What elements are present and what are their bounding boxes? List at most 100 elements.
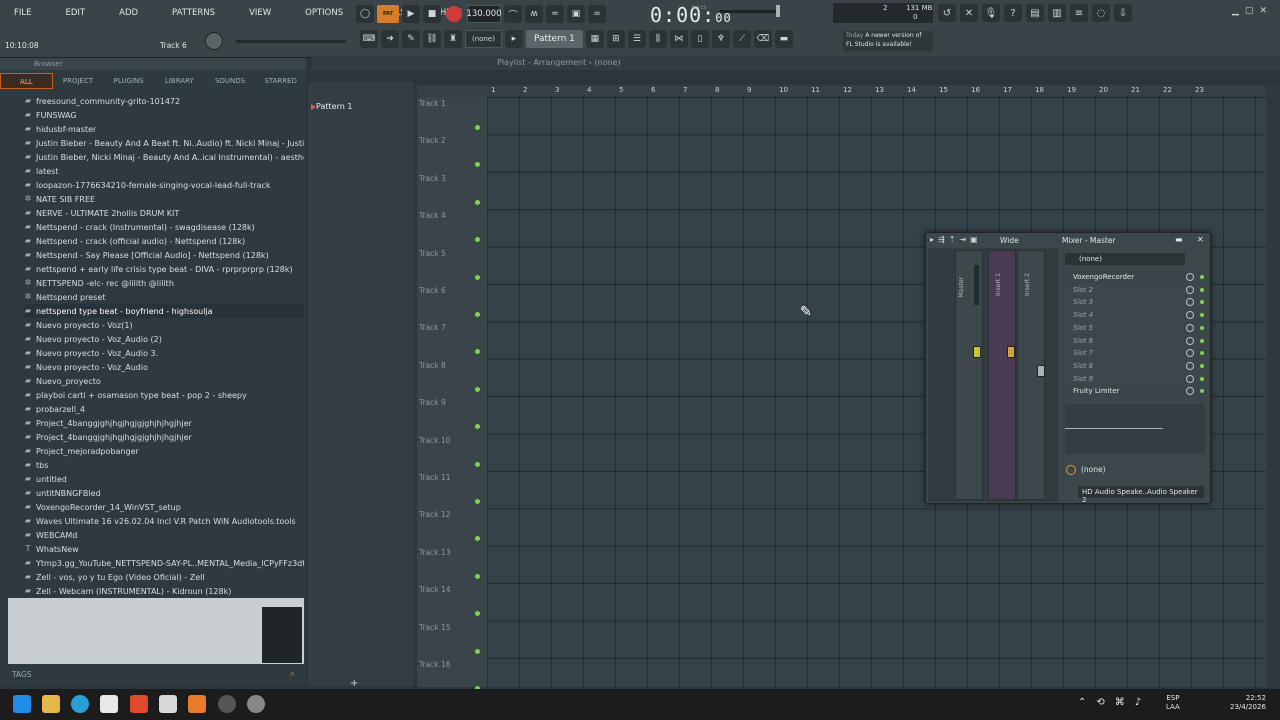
start-icon[interactable] [13,695,31,713]
pattern-picker-icon[interactable]: ▦ [585,30,604,48]
menu-add[interactable]: ADD [119,0,138,26]
slot-mix-knob[interactable] [1186,336,1194,345]
file-item[interactable]: ▰ nettspend type beat - boyfriend - highs… [24,304,304,318]
track-mute-led[interactable] [475,499,480,504]
track-header[interactable]: Track 1 [419,99,483,108]
file-item[interactable]: ▰ Nuevo_proyecto [24,374,304,388]
slot-enable-led[interactable] [1200,325,1204,330]
file-item[interactable]: ▰ Nettspend - crack (official audio) - Ne… [24,234,304,248]
pattern-name[interactable]: Pattern 1 [525,30,583,48]
tab-sounds[interactable]: SOUNDS [205,73,256,89]
step-edit-icon[interactable]: ▣ [567,5,585,23]
effect-slot[interactable]: Slot 7 [1065,347,1185,359]
pattern-item[interactable]: Pattern 1 [316,102,352,111]
track-mute-led[interactable] [475,125,480,130]
mixer-link-icon[interactable]: ⇥ [959,235,966,244]
brush-icon[interactable]: ⟋ [732,30,751,48]
track-header[interactable]: Track 9 [419,398,483,407]
preset-select[interactable]: (none) [1065,253,1185,265]
maximize-icon[interactable]: ▢ [1245,6,1254,16]
track-header[interactable]: Track 4 [419,211,483,220]
mixer-route-icon[interactable]: ⇶ [938,235,945,244]
file-explorer-icon[interactable] [42,695,60,713]
mixer-view-icon[interactable]: ▣ [970,235,978,244]
file-item[interactable]: ✲ Nettspend preset [24,290,304,304]
file-item[interactable]: ▰ Justin Bieber, Nicki Minaj - Beauty And… [24,150,304,164]
file-item[interactable]: ▰ Nuevo proyecto - Voz_Audio 3. [24,346,304,360]
file-item[interactable]: ▰ loopazon-1776634210-female-singing-voca… [24,178,304,192]
snap-icon[interactable]: ⊞ [606,30,625,48]
master-volume-knob[interactable] [776,5,780,17]
track-header[interactable]: Track 3 [419,174,483,183]
mixer-view-mode[interactable]: Wide [1000,236,1019,245]
add-pattern-icon[interactable]: + [350,678,358,689]
hint-slider[interactable] [236,40,346,43]
stamp-icon[interactable]: ♜ [444,30,462,48]
arrow-icon[interactable]: ➜ [381,30,399,48]
metronome-icon[interactable]: ◯ [356,5,374,23]
effect-slot[interactable]: Slot 4 [1065,309,1185,321]
track-mute-led[interactable] [475,461,480,467]
file-item[interactable]: ▰ Nuevo proyecto - Voz(1) [24,318,304,332]
chevron-up-icon[interactable]: ⌃ [1078,697,1086,708]
slot-enable-led[interactable] [1200,338,1204,343]
capcut-icon[interactable] [159,695,177,713]
file-item[interactable]: ▰ WEBCAMd [24,528,304,542]
track-header[interactable]: Track 15 [419,623,483,632]
metronome-toggle-icon[interactable]: ⌒ [504,5,522,23]
file-item[interactable]: ▰ FUNSWAG [24,108,304,122]
output-select[interactable]: (none) [1081,465,1106,474]
file-item[interactable]: ▰ tbs [24,458,304,472]
waveform-preview[interactable] [8,598,304,664]
track-header[interactable]: Track 6 [419,286,483,295]
search-icon[interactable]: ⌕ [290,669,295,679]
keyboard-icon[interactable]: ⌨ [360,30,378,48]
track-header[interactable]: Track 8 [419,361,483,370]
countdown-icon[interactable]: ≈ [546,5,564,23]
file-item[interactable]: ▰ VoxengoRecorder_14_WinVST_setup [24,500,304,514]
slot-mix-knob[interactable] [1186,374,1194,383]
track-header[interactable]: Track 12 [419,510,483,519]
sync-icon[interactable]: ⟲ [1096,697,1104,708]
track-header[interactable]: Track 2 [419,136,483,145]
effect-slot[interactable]: Slot 3 [1065,296,1185,308]
track-header[interactable]: Track 14 [419,585,483,594]
settings-icon[interactable] [247,695,265,713]
file-item[interactable]: ▰ Ytmp3.gg_YouTube_NETTSPEND-SAY-PL..MENT… [24,556,304,570]
slot-mix-knob[interactable] [1186,273,1194,281]
file-item[interactable]: ▰ untitled [24,472,304,486]
file-item[interactable]: ▰ Waves Ultimate 16 v26.02.04 Incl V.R Pa… [24,514,304,528]
obs-icon[interactable] [218,695,236,713]
file-item[interactable]: ▰ Nettspend - Say Please [Official Audio]… [24,248,304,262]
close-icon[interactable]: ✕ [1197,235,1204,244]
edge-icon[interactable] [71,695,89,713]
track-mute-led[interactable] [475,573,480,579]
track-mute-led[interactable] [475,199,480,205]
file-item[interactable]: ✲ NATE SIB FREE [24,192,304,206]
track-header[interactable]: Track 11 [419,473,483,482]
tools-icon[interactable]: ✕ [960,4,978,22]
file-item[interactable]: ▰ Nuevo proyecto - Voz_Audio (2) [24,332,304,346]
slot-enable-led[interactable] [1200,287,1204,292]
language-indicator[interactable]: ESP LAA [1166,694,1180,712]
tab-all[interactable]: ALL [0,73,53,89]
file-item[interactable]: ▰ Justin Bieber - Beauty And A Beat ft. N… [24,136,304,150]
mixer-strip-master[interactable]: Master [955,250,983,500]
slot-enable-led[interactable] [1200,275,1204,279]
eq-panel[interactable] [1065,404,1205,454]
file-item[interactable]: ▰ NERVE - ULTIMATE 2hollis DRUM KIT [24,206,304,220]
playlist-scrollbar[interactable] [1266,85,1280,687]
undo-icon[interactable]: ↺ [938,4,956,22]
file-item[interactable]: ▰ latest [24,164,304,178]
mixer-menu-icon[interactable]: ▸ [930,235,934,244]
pattern-song-toggle[interactable]: PAT [377,5,399,23]
effect-slot[interactable]: VoxengoRecorder [1065,271,1185,283]
menu-patterns[interactable]: PATTERNS [172,0,215,26]
minimize-icon[interactable]: ▁ [1232,6,1239,16]
pattern-select[interactable]: (none) [465,30,502,48]
link-icon[interactable]: ⛓ [423,30,441,48]
slot-enable-led[interactable] [1200,363,1204,368]
mixer-strip-insert-2[interactable]: Insert 2 [1017,250,1045,500]
note-icon[interactable]: ▬ [774,30,793,48]
effect-slot[interactable]: Slot 9 [1065,373,1185,385]
